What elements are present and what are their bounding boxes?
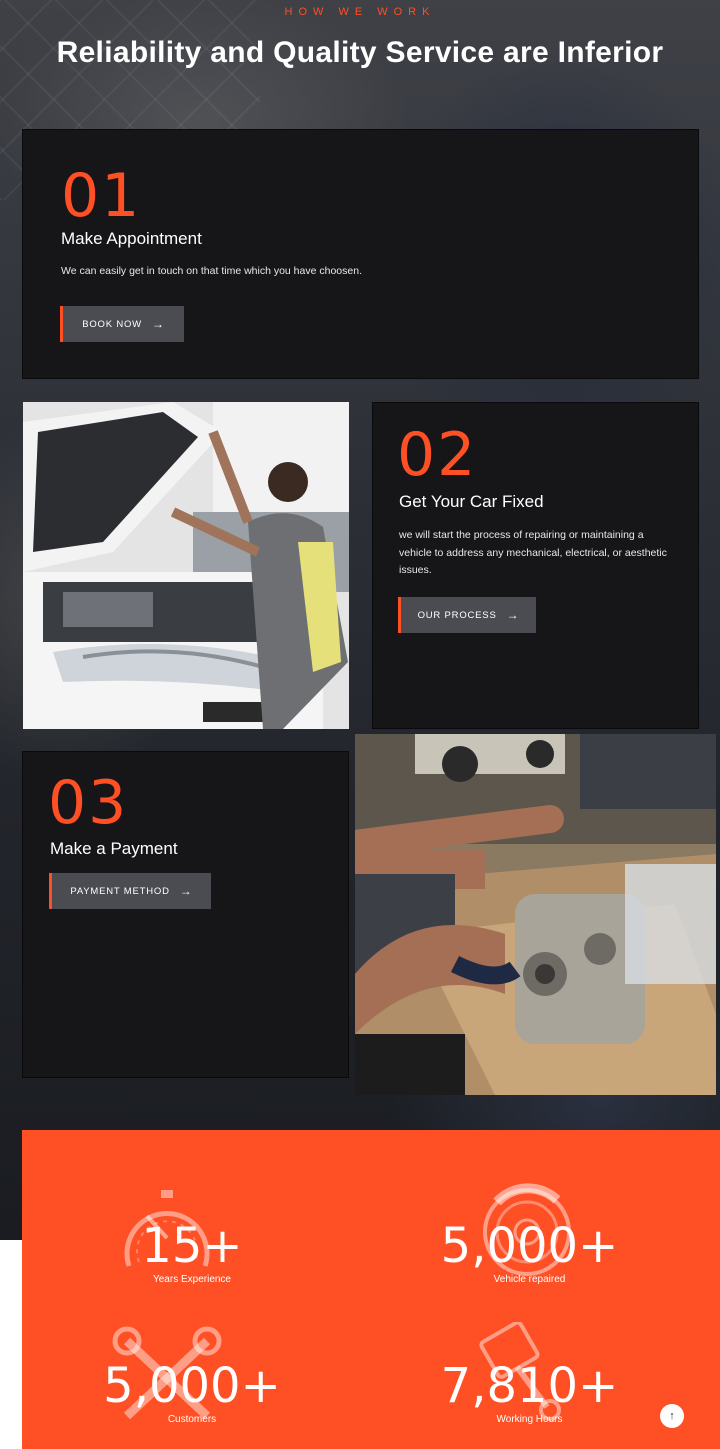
step-title: Make a Payment xyxy=(50,839,178,858)
section-title: Reliability and Quality Service are Infe… xyxy=(56,36,664,69)
stat-label: Years Experience xyxy=(152,1274,231,1285)
scroll-to-top-button[interactable]: ↑ xyxy=(660,1404,684,1428)
stat-years-experience: 15+ Years Experience xyxy=(97,1180,287,1290)
step-number: 02 xyxy=(397,420,478,490)
button-label: PAYMENT METHOD xyxy=(70,885,170,897)
stat-label: Vehicle repaired xyxy=(493,1274,566,1285)
step-card-01: 01 Make Appointment We can easily get in… xyxy=(22,129,699,379)
section-overline: HOW WE WORK xyxy=(284,6,436,18)
stat-working-hours: 7,810+ Working Hours xyxy=(432,1320,627,1430)
stat-value: 7,810+ xyxy=(440,1358,619,1414)
step-title: Get Your Car Fixed xyxy=(399,492,544,511)
stat-vehicle-repaired: 5,000+ Vehicle repaired xyxy=(432,1180,627,1290)
step-number: 03 xyxy=(48,768,129,838)
step-title: Make Appointment xyxy=(61,229,202,248)
arrow-right-icon: → xyxy=(506,608,520,622)
stat-customers: 5,000+ Customers xyxy=(97,1320,287,1430)
engine-repair-photo xyxy=(355,734,716,1095)
step-card-03: 03 Make a Payment PAYMENT METHOD → xyxy=(22,751,349,1078)
step-text: We can easily get in touch on that time … xyxy=(61,265,362,277)
stat-value: 15+ xyxy=(141,1218,243,1274)
step-number: 01 xyxy=(61,161,142,231)
arrow-right-icon: → xyxy=(151,317,165,331)
payment-method-button[interactable]: PAYMENT METHOD → xyxy=(49,873,211,909)
stat-label: Working Hours xyxy=(496,1414,563,1425)
book-now-button[interactable]: BOOK NOW → xyxy=(60,306,184,342)
stat-label: Customers xyxy=(167,1414,217,1425)
mechanic-car-photo xyxy=(23,402,349,729)
button-label: OUR PROCESS xyxy=(417,609,497,621)
arrow-up-icon: ↑ xyxy=(669,1410,675,1422)
stat-value: 5,000+ xyxy=(103,1358,281,1414)
stat-value: 5,000+ xyxy=(440,1218,619,1274)
step-text: we will start the process of repairing o… xyxy=(399,529,667,576)
step-card-02: 02 Get Your Car Fixed we will start the … xyxy=(372,402,699,729)
stats-section: 15+ Years Experience 5,000+ Vehicle repa… xyxy=(22,1130,720,1449)
arrow-right-icon: → xyxy=(179,884,193,898)
button-label: BOOK NOW xyxy=(82,318,142,330)
our-process-button[interactable]: OUR PROCESS → xyxy=(398,597,536,633)
